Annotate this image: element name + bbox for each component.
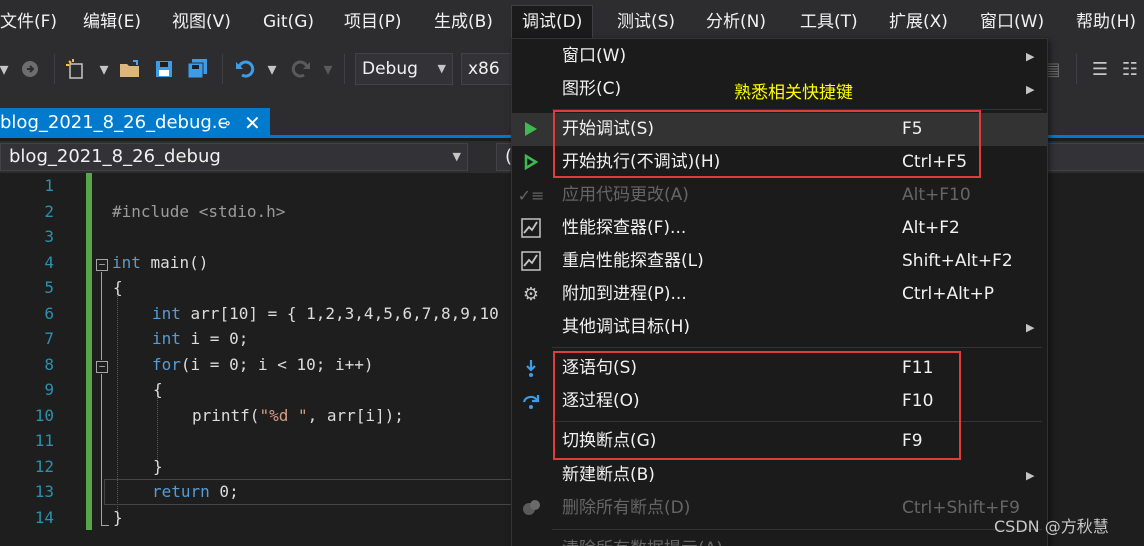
menu-view[interactable]: 视图(V): [162, 6, 241, 38]
menu-test[interactable]: 测试(S): [607, 6, 685, 38]
line-number: 5: [44, 278, 54, 297]
uncomment-lines-icon[interactable]: ☷: [1118, 57, 1142, 81]
code-line: }: [153, 457, 163, 476]
fold-toggle[interactable]: −: [96, 361, 108, 373]
line-number: 10: [34, 406, 54, 425]
back-dropdown-icon[interactable]: ▾: [0, 57, 16, 81]
menu-item-new-breakpoint[interactable]: 新建断点(B) ▶: [512, 459, 1047, 492]
apply-code-changes-icon: ✓≡: [517, 185, 545, 205]
relaunch-profiler-icon: [520, 250, 542, 272]
line-number: 4: [44, 253, 54, 272]
new-project-dropdown-icon[interactable]: ▾: [92, 57, 116, 81]
project-scope-value: blog_2021_8_26_debug: [9, 146, 221, 167]
document-tab-title: blog_2021_8_26_debug.c: [0, 112, 228, 133]
menu-build[interactable]: 生成(B): [424, 6, 503, 38]
chevron-down-icon: ▼: [437, 62, 446, 75]
change-tracking-bar: [86, 173, 92, 530]
menu-file[interactable]: 文件(F): [0, 6, 67, 38]
menu-item-delete-all-breakpoints[interactable]: 删除所有断点(D) Ctrl+Shift+F9: [512, 492, 1047, 525]
code-line: {: [153, 380, 163, 399]
annotation-text: 熟悉相关快捷键: [734, 83, 853, 103]
line-number: 1: [44, 176, 54, 195]
watermark: CSDN @方秋慧: [994, 517, 1109, 536]
redo-dropdown-icon[interactable]: ▾: [316, 57, 340, 81]
code-line: printf("%d ", arr[i]);: [192, 406, 404, 425]
performance-profiler-icon: [520, 217, 542, 239]
menu-item-relaunch-profiler[interactable]: 重启性能探查器(L) Shift+Alt+F2: [512, 245, 1047, 278]
pin-icon[interactable]: ⊸: [218, 108, 231, 138]
line-number: 8: [44, 355, 54, 374]
line-number: 12: [34, 457, 54, 476]
step-into-icon: [520, 357, 542, 379]
line-number: 3: [44, 227, 54, 246]
line-number: 14: [34, 508, 54, 527]
code-line: int main(): [112, 253, 209, 272]
code-line: return 0;: [152, 482, 239, 501]
delete-breakpoints-icon: [520, 497, 542, 519]
menu-project[interactable]: 项目(P): [334, 6, 412, 38]
menu-window[interactable]: 窗口(W): [970, 6, 1054, 38]
code-line: int arr[10] = { 1,2,3,4,5,6,7,8,9,10: [152, 304, 499, 323]
submenu-arrow-icon: ▶: [1026, 321, 1035, 334]
menu-edit[interactable]: 编辑(E): [73, 6, 151, 38]
forward-icon[interactable]: [18, 57, 42, 81]
menu-extensions[interactable]: 扩展(X): [879, 6, 958, 38]
line-number: 9: [44, 380, 54, 399]
fold-toggle[interactable]: −: [96, 259, 108, 271]
menu-help[interactable]: 帮助(H): [1066, 6, 1144, 38]
step-over-icon: [520, 390, 542, 412]
menu-git[interactable]: Git(G): [253, 6, 324, 38]
highlight-box-step: [553, 351, 961, 460]
attach-process-icon: ⚙: [522, 283, 540, 305]
platform-value: x86: [468, 59, 500, 79]
line-number: 2: [44, 202, 54, 221]
menu-item-windows[interactable]: 窗口(W) ▶: [512, 40, 1047, 73]
close-icon[interactable]: ✕: [244, 108, 261, 138]
start-debugging-icon: [520, 118, 542, 140]
save-all-icon[interactable]: [186, 57, 210, 81]
submenu-arrow-icon: ▶: [1026, 469, 1035, 482]
line-number: 13: [34, 482, 54, 501]
platform-select[interactable]: x86: [461, 53, 513, 85]
code-line: #include <stdio.h>: [112, 202, 286, 221]
submenu-arrow-icon: ▶: [1026, 83, 1035, 96]
undo-icon[interactable]: [234, 57, 258, 81]
code-line: for(i = 0; i < 10; i++): [152, 355, 374, 374]
line-number: 7: [44, 329, 54, 348]
new-project-icon[interactable]: [64, 57, 88, 81]
menu-item-other-debug-targets[interactable]: 其他调试目标(H) ▶: [512, 311, 1047, 344]
undo-dropdown-icon[interactable]: ▾: [260, 57, 284, 81]
line-number: 6: [44, 304, 54, 323]
code-line: int i = 0;: [152, 329, 249, 348]
menu-item-performance-profiler[interactable]: 性能探查器(F)... Alt+F2: [512, 212, 1047, 245]
document-tab[interactable]: blog_2021_8_26_debug.c ⊸ ✕: [0, 108, 270, 138]
menu-analyze[interactable]: 分析(N): [696, 6, 776, 38]
code-line: {: [113, 278, 123, 297]
solution-config-value: Debug: [362, 59, 418, 79]
menu-item-clear-data-tips[interactable]: 清除所有数据提示(A): [512, 533, 1047, 546]
submenu-arrow-icon: ▶: [1026, 50, 1035, 63]
start-without-debugging-icon: [520, 151, 542, 173]
solution-config-select[interactable]: Debug ▼: [355, 53, 453, 85]
open-file-icon[interactable]: [118, 57, 142, 81]
highlight-box-start: [553, 110, 981, 178]
chevron-down-icon: ▼: [452, 150, 461, 163]
save-icon[interactable]: [152, 57, 176, 81]
comment-lines-icon[interactable]: ☰: [1088, 57, 1112, 81]
menu-item-attach-to-process[interactable]: ⚙ 附加到进程(P)... Ctrl+Alt+P: [512, 278, 1047, 311]
indent-guide: [157, 393, 158, 463]
redo-icon[interactable]: [288, 57, 312, 81]
line-number: 11: [34, 431, 54, 450]
menu-tools[interactable]: 工具(T): [790, 6, 868, 38]
menu-item-apply-code-changes[interactable]: ✓≡ 应用代码更改(A) Alt+F10: [512, 179, 1047, 212]
project-scope-select[interactable]: blog_2021_8_26_debug ▼: [0, 143, 468, 171]
member-select-right[interactable]: [1040, 143, 1144, 171]
code-line: }: [113, 508, 123, 527]
